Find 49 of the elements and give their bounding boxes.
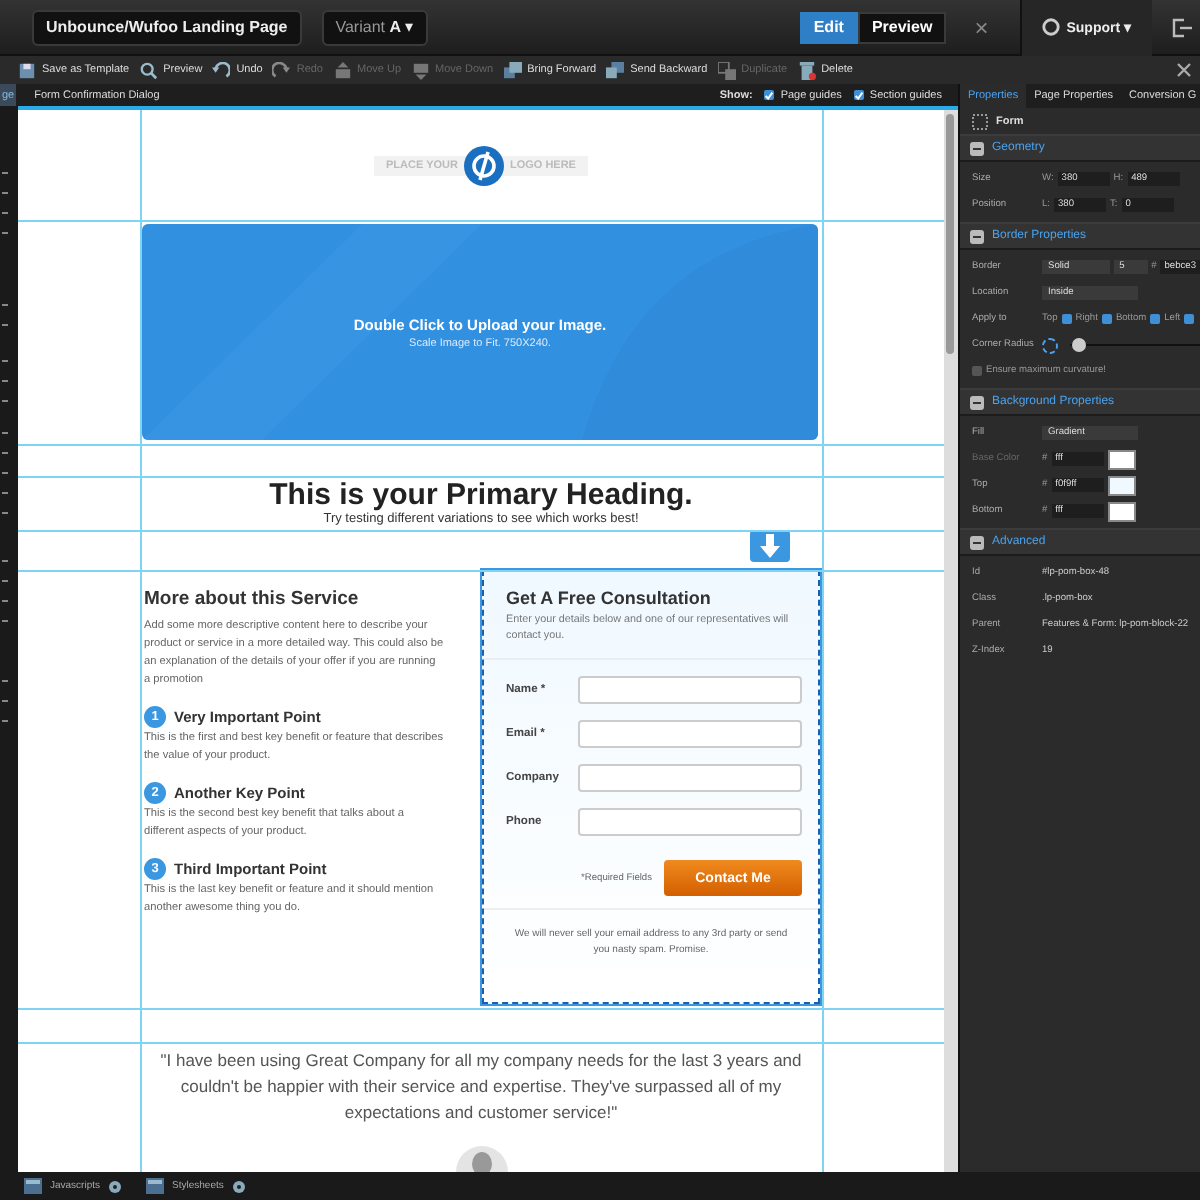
- settings-icon[interactable]: [231, 1179, 246, 1193]
- exit-icon[interactable]: [1172, 17, 1192, 37]
- form-title: Get A Free Consultation: [506, 588, 713, 608]
- radius-icon: [1042, 337, 1058, 353]
- input-field[interactable]: [578, 808, 802, 836]
- checkbox[interactable]: [853, 90, 864, 100]
- checkbox[interactable]: [1101, 314, 1112, 324]
- file-icon: [146, 1178, 165, 1194]
- page-name-button[interactable]: Unbounce/Wufoo Landing Page: [32, 9, 302, 45]
- file-icon: [24, 1178, 42, 1194]
- form-icon: [972, 113, 988, 129]
- checkbox[interactable]: [1184, 314, 1195, 324]
- close-icon[interactable]: [1176, 62, 1192, 78]
- undo-icon: [212, 61, 231, 79]
- checkbox[interactable]: [1150, 314, 1161, 324]
- collapse-icon[interactable]: [970, 535, 984, 549]
- section-heading: More about this Service: [144, 588, 361, 610]
- redo-icon: [272, 61, 291, 79]
- mode-tab[interactable]: Preview: [857, 11, 947, 43]
- lifebuoy-icon: [1042, 18, 1061, 36]
- collapse-icon[interactable]: [970, 395, 984, 409]
- close-button[interactable]: ×: [958, 13, 1009, 41]
- logo-icon: [463, 145, 504, 185]
- color-swatch[interactable]: [1107, 449, 1136, 469]
- checkbox[interactable]: [1061, 314, 1072, 324]
- search-icon: [139, 61, 158, 79]
- layer-up-icon: [333, 61, 351, 79]
- layers-forward-icon: [503, 61, 522, 79]
- layers-backward-icon: [606, 61, 625, 79]
- primary-heading: This is your Primary Heading.: [269, 480, 693, 512]
- scrollbar-thumb[interactable]: [946, 114, 954, 354]
- checkbox[interactable]: [764, 90, 775, 100]
- trash-icon: [797, 61, 816, 79]
- checkbox[interactable]: [972, 366, 982, 376]
- duplicate-icon: [717, 61, 736, 79]
- form-box[interactable]: [482, 570, 820, 1004]
- testimonial-quote: "I have been using Great Company for all my company needs for the last 3 years and couldn't be happier with their service and expertise. They've surpassed all of my expectations and customer service!": [158, 1048, 804, 1126]
- mode-tab[interactable]: Edit: [799, 11, 858, 43]
- settings-icon[interactable]: [108, 1179, 123, 1193]
- input-field[interactable]: [578, 720, 802, 748]
- input-field[interactable]: [578, 676, 802, 704]
- collapse-icon[interactable]: [970, 229, 984, 243]
- variant-dropdown[interactable]: Variant A ▾: [321, 9, 428, 45]
- input-field[interactable]: [578, 764, 802, 792]
- collapse-icon[interactable]: [970, 141, 984, 155]
- color-swatch[interactable]: [1107, 475, 1136, 495]
- slider-thumb[interactable]: [1071, 338, 1086, 352]
- color-swatch[interactable]: [1107, 501, 1136, 521]
- layer-down-icon: [411, 61, 430, 79]
